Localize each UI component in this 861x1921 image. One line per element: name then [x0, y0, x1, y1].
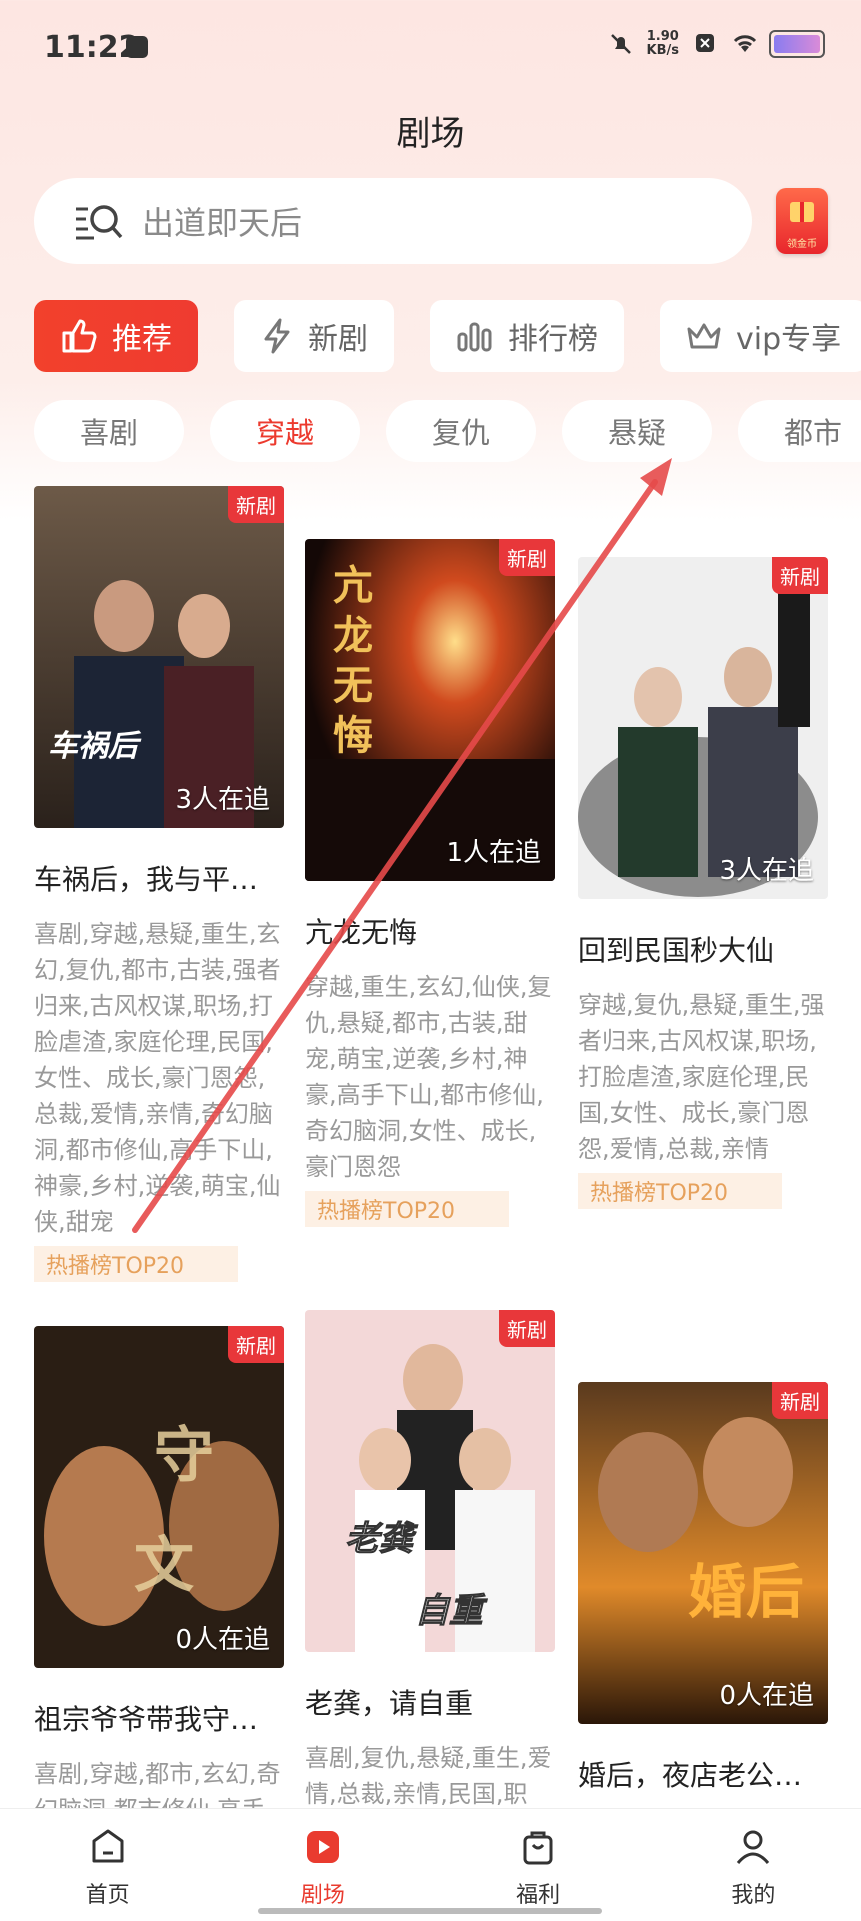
drama-tags: 喜剧,复仇,悬疑,重生,爱情,总裁,亲情,民国,职 [305, 1744, 552, 1808]
bottom-tab-theater[interactable]: 剧场 [215, 1809, 430, 1921]
drama-card[interactable]: 老龚 自重 新剧 老龚，请自重 喜剧,复仇,悬疑,重生,爱情,总裁,亲情,民国,… [305, 1310, 555, 1812]
rank-badge: 热播榜TOP20 [305, 1191, 509, 1227]
new-badge: 新剧 [228, 1326, 284, 1363]
svg-text:龙: 龙 [333, 612, 373, 659]
drama-card[interactable]: 车祸后 新剧 3人在追 车祸后，我与平… 喜剧,穿越,悬疑,重生,玄幻,复仇,都… [34, 486, 284, 1282]
svg-text:文: 文 [134, 1531, 194, 1601]
gift-icon [790, 202, 814, 222]
rank-badge: 热播榜TOP20 [578, 1173, 782, 1209]
lightning-icon [264, 318, 290, 354]
drama-card[interactable]: 婚后 新剧 0人在追 婚后，夜店老公… [578, 1382, 828, 1794]
follow-count: 0人在追 [719, 1681, 814, 1711]
notification-icon [126, 36, 148, 58]
claim-coins-button[interactable]: 领金币 [776, 188, 828, 254]
new-badge: 新剧 [228, 486, 284, 523]
profile-icon [737, 1830, 770, 1864]
poster-image: 亢 龙 无 悔 [305, 539, 555, 881]
svg-text:老龚: 老龚 [345, 1519, 418, 1559]
drama-poster[interactable]: 新剧 3人在追 [578, 557, 828, 899]
drama-card[interactable]: 亢 龙 无 悔 新剧 1人在追 亢龙无悔 穿越,重生,玄幻,仙侠,复仇,悬疑,都… [305, 539, 555, 1227]
new-badge: 新剧 [772, 1382, 828, 1419]
svg-text:自重: 自重 [415, 1591, 488, 1631]
sim-x-icon [693, 32, 717, 56]
drama-poster[interactable]: 守 文 新剧 0人在追 [34, 1326, 284, 1668]
bar-chart-icon [457, 322, 492, 352]
thumb-up-icon [62, 319, 97, 353]
search-placeholder: 出道即天后 [142, 204, 303, 242]
search-list-icon [76, 205, 123, 240]
chip-mystery[interactable]: 悬疑 [562, 400, 712, 462]
tab-vip[interactable]: vip专享 [660, 300, 861, 372]
drama-title[interactable]: 亢龙无悔 [305, 911, 555, 951]
bottom-tab-mine[interactable]: 我的 [646, 1809, 861, 1921]
poster-image: 老龚 自重 [305, 1310, 555, 1652]
drama-tags: 穿越,重生,玄幻,仙侠,复仇,悬疑,都市,古装,甜宠,萌宝,逆袭,乡村,神豪,高… [305, 973, 552, 1181]
tab-ranking[interactable]: 排行榜 [430, 300, 624, 372]
bottom-tab-home[interactable]: 首页 [0, 1809, 215, 1921]
drama-title[interactable]: 老龚，请自重 [305, 1682, 555, 1722]
crown-icon [687, 323, 721, 349]
tab-recommend[interactable]: 推荐 [34, 300, 198, 372]
svg-text:守: 守 [154, 1421, 214, 1491]
bottom-tab-bar: 首页 剧场 福利 我的 [0, 1808, 861, 1921]
page-title: 剧场 [396, 114, 465, 154]
poster-image [578, 557, 828, 899]
drama-poster[interactable]: 老龚 自重 新剧 [305, 1310, 555, 1652]
chip-comedy[interactable]: 喜剧 [34, 400, 184, 462]
status-bar: 11:22 1.90 KB/s [0, 0, 861, 100]
follow-count: 3人在追 [719, 856, 814, 886]
wifi-icon [731, 32, 757, 56]
drama-tags: 喜剧,穿越,悬疑,重生,玄幻,复仇,都市,古装,强者归来,古风权谋,职场,打脸虐… [34, 920, 281, 1236]
poster-image: 车祸后 [34, 486, 284, 828]
tab-new-drama[interactable]: 新剧 [234, 300, 394, 372]
drama-poster[interactable]: 车祸后 新剧 3人在追 [34, 486, 284, 828]
theater-play-icon [306, 1831, 339, 1863]
drama-title[interactable]: 车祸后，我与平… [34, 858, 284, 898]
chip-urban[interactable]: 都市 [738, 400, 861, 462]
battery-icon [769, 30, 825, 58]
drama-title[interactable]: 祖宗爷爷带我守… [34, 1698, 284, 1738]
rank-badge: 热播榜TOP20 [34, 1246, 238, 1282]
chip-time-travel[interactable]: 穿越 [210, 400, 360, 462]
network-speed: 1.90 KB/s [646, 29, 679, 58]
home-indicator[interactable] [258, 1908, 602, 1914]
drama-card[interactable]: 新剧 3人在追 回到民国秒大仙 穿越,复仇,悬疑,重生,强者归来,古风权谋,职场… [578, 557, 828, 1209]
svg-text:车祸后: 车祸后 [48, 729, 142, 764]
new-badge: 新剧 [499, 539, 555, 576]
gift-bag-icon [523, 1831, 553, 1865]
search-bar[interactable]: 出道即天后 [34, 178, 752, 264]
bottom-tab-welfare[interactable]: 福利 [431, 1809, 646, 1921]
category-chips: 喜剧 穿越 复仇 悬疑 都市 [34, 400, 861, 462]
poster-image: 守 文 [34, 1326, 284, 1668]
drama-title[interactable]: 回到民国秒大仙 [578, 929, 828, 969]
drama-poster[interactable]: 婚后 新剧 0人在追 [578, 1382, 828, 1724]
main-tabs: 推荐 新剧 排行榜 vip专享 [34, 300, 861, 372]
chip-revenge[interactable]: 复仇 [386, 400, 536, 462]
new-badge: 新剧 [772, 557, 828, 594]
follow-count: 1人在追 [446, 838, 541, 868]
follow-count: 3人在追 [175, 785, 270, 815]
drama-card[interactable]: 守 文 新剧 0人在追 祖宗爷爷带我守… 喜剧,穿越,都市,玄幻,奇幻脑洞,都市… [34, 1326, 284, 1828]
svg-text:悔: 悔 [333, 712, 373, 759]
drama-title[interactable]: 婚后，夜店老公… [578, 1754, 828, 1794]
drama-tags: 穿越,复仇,悬疑,重生,强者归来,古风权谋,职场,打脸虐渣,家庭伦理,民国,女性… [578, 991, 825, 1163]
mute-bell-icon [609, 32, 633, 56]
home-icon [92, 1829, 124, 1863]
svg-text:亢: 亢 [333, 562, 373, 609]
svg-text:无: 无 [333, 662, 373, 709]
poster-image: 婚后 [578, 1382, 828, 1724]
follow-count: 0人在追 [175, 1625, 270, 1655]
drama-poster[interactable]: 亢 龙 无 悔 新剧 1人在追 [305, 539, 555, 881]
svg-text:婚后: 婚后 [688, 1558, 804, 1626]
new-badge: 新剧 [499, 1310, 555, 1347]
